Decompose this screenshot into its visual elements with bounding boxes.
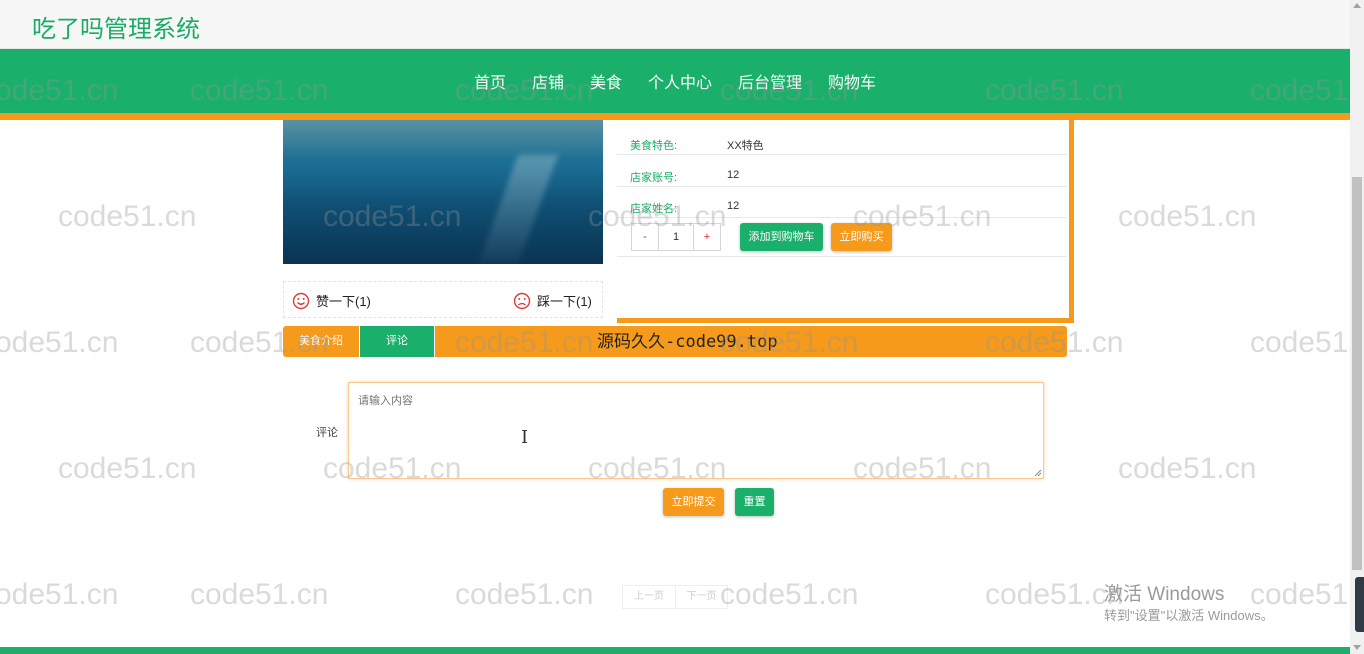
watermark: code51.cn <box>0 578 119 611</box>
tab-comments[interactable]: 评论 <box>360 326 434 357</box>
main-navbar: 首页 店铺 美食 个人中心 后台管理 购物车 <box>0 49 1350 113</box>
submit-comment-button[interactable]: 立即提交 <box>663 488 724 516</box>
side-widget-tab[interactable] <box>1355 577 1364 632</box>
quantity-stepper: - 1 + <box>631 223 721 251</box>
info-row-merchant-name: 店家姓名: 12 <box>617 187 1067 218</box>
nav-item-shops[interactable]: 店铺 <box>519 69 577 93</box>
like-label: 赞一下(1) <box>316 294 371 309</box>
tab-food-intro[interactable]: 美食介绍 <box>283 326 359 357</box>
tab-divider <box>434 326 435 357</box>
info-value-merchant-account: 12 <box>727 169 740 181</box>
top-bar: 吃了吗管理系统 <box>0 0 1350 49</box>
watermark: code51.cn <box>720 578 859 611</box>
quantity-plus-button[interactable]: + <box>694 224 720 250</box>
divider <box>617 256 1067 257</box>
product-info-panel: 美食特色: XX特色 店家账号: 12 店家姓名: 12 - 1 + 添加到购物… <box>617 120 1074 323</box>
watermark: code51.cn <box>58 200 197 233</box>
scroll-down-icon[interactable] <box>1353 645 1361 650</box>
nav-item-home[interactable]: 首页 <box>461 69 519 93</box>
dislike-label: 踩一下(1) <box>537 294 592 309</box>
vote-box: 赞一下(1) 踩一下(1) <box>283 281 603 318</box>
watermark: code51.cn <box>0 326 119 359</box>
nav-item-profile[interactable]: 个人中心 <box>635 69 725 93</box>
prev-page-button[interactable]: 上一页 <box>623 586 675 608</box>
info-label-merchant-name: 店家姓名: <box>630 203 678 215</box>
watermark: code51.cn <box>985 578 1124 611</box>
next-page-button[interactable]: 下一页 <box>675 586 727 608</box>
info-label-merchant-account: 店家账号: <box>630 172 678 184</box>
quantity-minus-button[interactable]: - <box>632 224 658 250</box>
dislike-button[interactable]: 踩一下(1) <box>513 291 592 310</box>
frown-icon <box>513 292 531 309</box>
comment-label: 评论 <box>316 427 338 439</box>
buy-now-button[interactable]: 立即购买 <box>831 223 892 251</box>
watermark: code51.cn <box>58 452 197 485</box>
nav-item-cart[interactable]: 购物车 <box>815 69 889 93</box>
nav-menu: 首页 店铺 美食 个人中心 后台管理 购物车 <box>0 69 1350 93</box>
add-to-cart-button[interactable]: 添加到购物车 <box>740 223 823 251</box>
text-cursor-icon: I <box>521 427 529 448</box>
like-button[interactable]: 赞一下(1) <box>292 291 371 310</box>
pagination: 上一页 下一页 <box>622 585 728 609</box>
watermark: code51.cn <box>1250 326 1364 359</box>
smile-icon <box>292 292 310 309</box>
watermark: code51.cn <box>455 578 594 611</box>
nav-item-food[interactable]: 美食 <box>577 69 635 93</box>
reset-button[interactable]: 重置 <box>735 488 774 516</box>
info-row-merchant-account: 店家账号: 12 <box>617 156 1067 187</box>
info-row-feature: 美食特色: XX特色 <box>617 124 1067 155</box>
info-value-feature: XX特色 <box>727 140 764 152</box>
info-value-merchant-name: 12 <box>727 200 740 212</box>
navbar-underline <box>0 113 1350 120</box>
nav-item-admin[interactable]: 后台管理 <box>725 69 815 93</box>
site-title: 吃了吗管理系统 <box>32 15 200 43</box>
source-watermark-text: 源码久久-code99.top <box>597 332 778 352</box>
quantity-input[interactable]: 1 <box>658 224 694 250</box>
info-label-feature: 美食特色: <box>630 140 678 152</box>
watermark: code51.cn <box>190 578 329 611</box>
watermark: code51.cn <box>1118 452 1257 485</box>
product-image <box>283 120 603 264</box>
scrollbar-thumb[interactable] <box>1352 177 1362 570</box>
scroll-up-icon[interactable] <box>1353 3 1361 8</box>
page-scrollbar[interactable] <box>1350 0 1364 654</box>
windows-activation-subtitle: 转到"设置"以激活 Windows。 <box>1104 608 1274 623</box>
comment-textarea[interactable] <box>348 382 1044 479</box>
resize-grip-icon[interactable] <box>1034 469 1042 477</box>
watermark: code51.cn <box>1118 200 1257 233</box>
footer-strip <box>0 647 1350 654</box>
windows-activation-title: 激活 Windows <box>1104 584 1225 605</box>
